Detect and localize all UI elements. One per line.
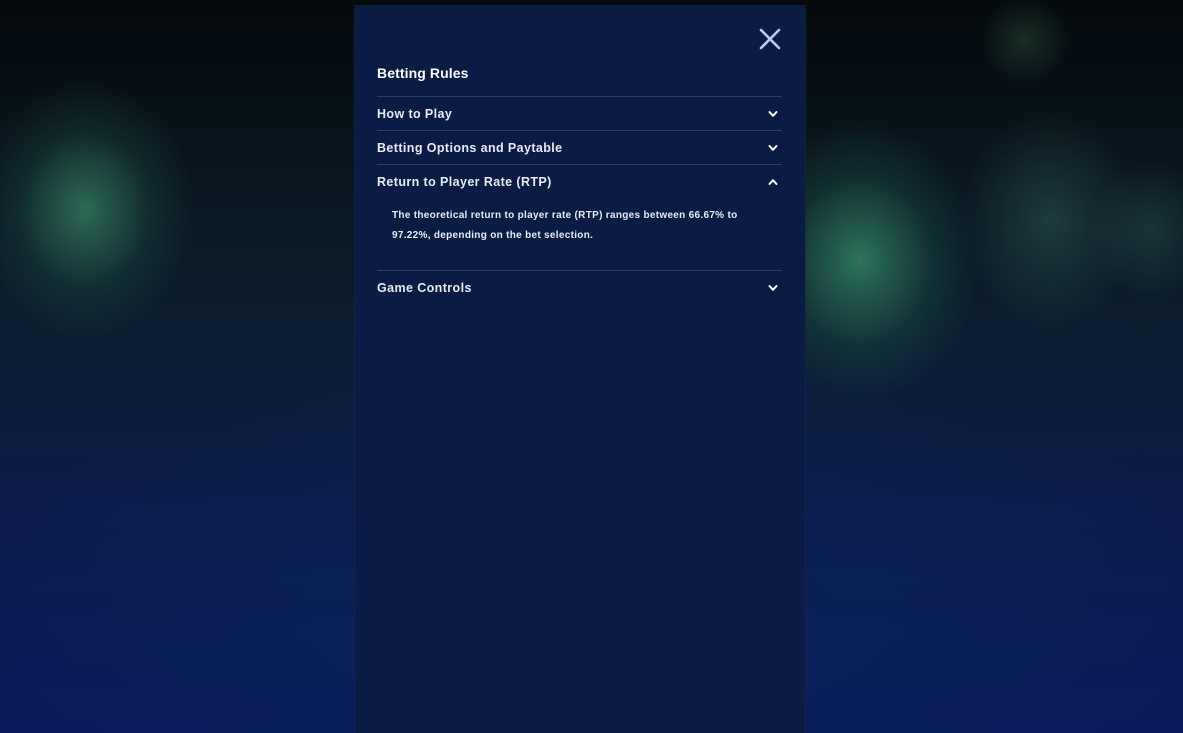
section-how-to-play: How to Play: [377, 96, 782, 130]
chevron-down-icon: [768, 284, 778, 291]
close-button[interactable]: [755, 24, 785, 54]
rules-accordion: How to Play Betting Options and Paytable…: [377, 96, 782, 304]
section-betting-options: Betting Options and Paytable: [377, 130, 782, 164]
betting-rules-panel: Betting Rules How to Play Betting Option…: [355, 6, 805, 733]
chevron-up-icon: [768, 178, 778, 185]
section-game-controls: Game Controls: [377, 270, 782, 304]
section-body-rtp: The theoretical return to player rate (R…: [377, 198, 782, 270]
section-label: How to Play: [377, 106, 453, 121]
panel-title: Betting Rules: [377, 65, 469, 81]
section-header-how-to-play[interactable]: How to Play: [377, 97, 782, 130]
section-rtp: Return to Player Rate (RTP) The theoreti…: [377, 164, 782, 270]
chevron-down-icon: [768, 110, 778, 117]
section-header-game-controls[interactable]: Game Controls: [377, 271, 782, 304]
chevron-down-icon: [768, 144, 778, 151]
section-header-rtp[interactable]: Return to Player Rate (RTP): [377, 165, 782, 198]
section-label: Betting Options and Paytable: [377, 140, 563, 155]
section-label: Game Controls: [377, 280, 472, 295]
close-icon: [759, 28, 781, 50]
rtp-description: The theoretical return to player rate (R…: [392, 210, 738, 241]
section-label: Return to Player Rate (RTP): [377, 174, 552, 189]
section-header-betting-options[interactable]: Betting Options and Paytable: [377, 131, 782, 164]
